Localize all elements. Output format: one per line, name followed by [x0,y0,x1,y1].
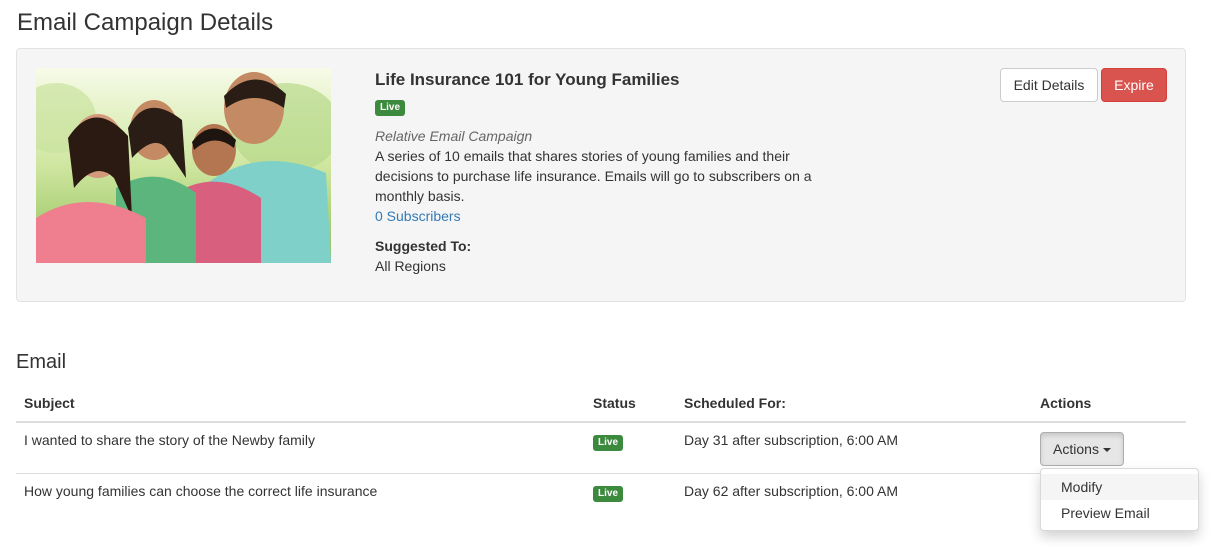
email-status-cell: Live [585,472,676,524]
suggested-to-label: Suggested To: [375,238,472,254]
menu-item-modify[interactable]: Modify [1041,474,1198,500]
page: Email Campaign Details Life Insurance 10… [0,0,1219,547]
column-header-actions: Actions [1032,384,1186,423]
actions-button-label: Actions [1053,441,1099,457]
actions-dropdown-menu: Modify Preview Email [1040,468,1199,531]
expire-button[interactable]: Expire [1101,68,1167,102]
menu-item-preview-email[interactable]: Preview Email [1041,500,1198,526]
edit-details-button[interactable]: Edit Details [1000,68,1098,102]
email-status-cell: Live [585,422,676,473]
page-title: Email Campaign Details [17,9,274,36]
email-status-badge: Live [593,435,624,451]
subscribers-link[interactable]: 0 Subscribers [375,206,461,226]
campaign-panel: Life Insurance 101 for Young Families Li… [16,48,1186,302]
column-header-scheduled: Scheduled For: [676,384,1032,423]
caret-down-icon [1102,448,1111,453]
column-header-subject: Subject [16,384,585,423]
email-subject: How young families can choose the correc… [16,472,585,524]
table-header-row: Subject Status Scheduled For: Actions [16,384,1186,423]
campaign-info: Life Insurance 101 for Young Families Li… [375,69,835,276]
family-photo-icon [36,68,331,263]
email-scheduled: Day 31 after subscription, 6:00 AM [684,432,898,448]
column-header-status: Status [585,384,676,423]
campaign-status-badge: Live [375,100,406,116]
email-status-badge: Live [593,485,624,502]
campaign-description: A series of 10 emails that shares storie… [375,148,812,204]
campaign-type: Relative Email Campaign [375,128,533,144]
table-row: How young families can choose the correc… [16,472,1186,524]
suggested-to-value: All Regions [375,258,446,274]
actions-dropdown-button[interactable]: Actions [1040,432,1124,466]
campaign-name: Life Insurance 101 for Young Families [375,70,680,89]
email-table: Subject Status Scheduled For: Actions I … [16,384,1186,524]
email-section-title: Email [16,351,67,373]
campaign-image [36,68,331,263]
email-scheduled: Day 62 after subscription, 6:00 AM [676,472,1032,524]
table-row: I wanted to share the story of the Newby… [16,422,1186,473]
email-subject: I wanted to share the story of the Newby… [24,432,316,448]
